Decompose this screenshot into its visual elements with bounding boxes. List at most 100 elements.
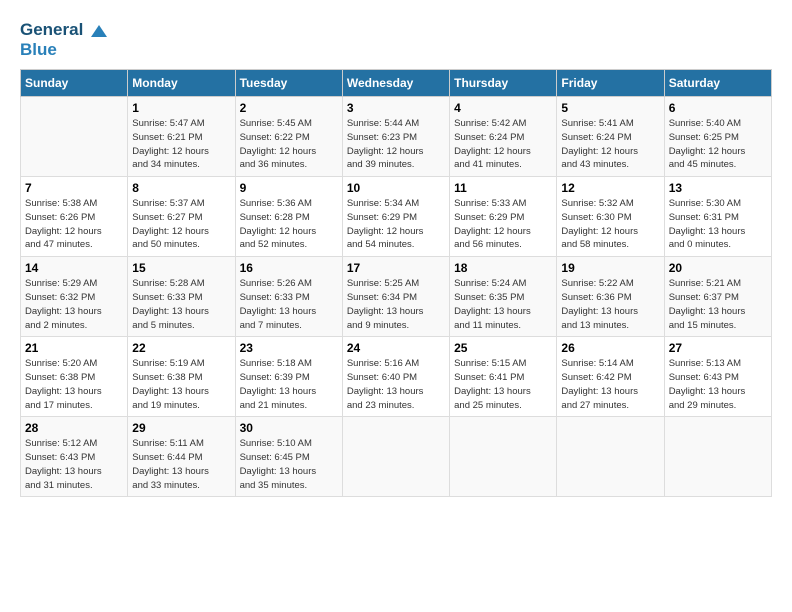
day-info: Sunrise: 5:36 AMSunset: 6:28 PMDaylight:… — [240, 197, 338, 252]
calendar-cell: 20 Sunrise: 5:21 AMSunset: 6:37 PMDayligh… — [664, 257, 771, 337]
day-number: 27 — [669, 341, 767, 355]
calendar-cell: 13 Sunrise: 5:30 AMSunset: 6:31 PMDayligh… — [664, 177, 771, 257]
day-number: 2 — [240, 101, 338, 115]
day-number: 30 — [240, 421, 338, 435]
day-number: 15 — [132, 261, 230, 275]
calendar-cell: 16 Sunrise: 5:26 AMSunset: 6:33 PMDayligh… — [235, 257, 342, 337]
day-number: 17 — [347, 261, 445, 275]
day-info: Sunrise: 5:40 AMSunset: 6:25 PMDaylight:… — [669, 117, 767, 172]
day-number: 20 — [669, 261, 767, 275]
day-info: Sunrise: 5:37 AMSunset: 6:27 PMDaylight:… — [132, 197, 230, 252]
header-thursday: Thursday — [450, 70, 557, 97]
day-info: Sunrise: 5:42 AMSunset: 6:24 PMDaylight:… — [454, 117, 552, 172]
calendar-cell: 24 Sunrise: 5:16 AMSunset: 6:40 PMDayligh… — [342, 337, 449, 417]
calendar-cell: 3 Sunrise: 5:44 AMSunset: 6:23 PMDaylight… — [342, 97, 449, 177]
calendar-cell: 10 Sunrise: 5:34 AMSunset: 6:29 PMDayligh… — [342, 177, 449, 257]
calendar-cell — [21, 97, 128, 177]
day-number: 4 — [454, 101, 552, 115]
day-number: 12 — [561, 181, 659, 195]
day-info: Sunrise: 5:20 AMSunset: 6:38 PMDaylight:… — [25, 357, 123, 412]
calendar-cell: 28 Sunrise: 5:12 AMSunset: 6:43 PMDayligh… — [21, 417, 128, 497]
calendar-cell: 25 Sunrise: 5:15 AMSunset: 6:41 PMDayligh… — [450, 337, 557, 417]
day-info: Sunrise: 5:22 AMSunset: 6:36 PMDaylight:… — [561, 277, 659, 332]
day-number: 29 — [132, 421, 230, 435]
calendar-cell: 15 Sunrise: 5:28 AMSunset: 6:33 PMDayligh… — [128, 257, 235, 337]
day-number: 18 — [454, 261, 552, 275]
day-number: 13 — [669, 181, 767, 195]
day-info: Sunrise: 5:28 AMSunset: 6:33 PMDaylight:… — [132, 277, 230, 332]
day-info: Sunrise: 5:32 AMSunset: 6:30 PMDaylight:… — [561, 197, 659, 252]
day-info: Sunrise: 5:34 AMSunset: 6:29 PMDaylight:… — [347, 197, 445, 252]
day-info: Sunrise: 5:45 AMSunset: 6:22 PMDaylight:… — [240, 117, 338, 172]
calendar-cell: 7 Sunrise: 5:38 AMSunset: 6:26 PMDaylight… — [21, 177, 128, 257]
day-info: Sunrise: 5:14 AMSunset: 6:42 PMDaylight:… — [561, 357, 659, 412]
calendar-cell — [557, 417, 664, 497]
logo-general: General — [20, 20, 83, 39]
calendar-cell: 26 Sunrise: 5:14 AMSunset: 6:42 PMDayligh… — [557, 337, 664, 417]
calendar-cell — [450, 417, 557, 497]
calendar-cell: 8 Sunrise: 5:37 AMSunset: 6:27 PMDaylight… — [128, 177, 235, 257]
header-wednesday: Wednesday — [342, 70, 449, 97]
calendar-cell: 2 Sunrise: 5:45 AMSunset: 6:22 PMDaylight… — [235, 97, 342, 177]
day-number: 19 — [561, 261, 659, 275]
day-info: Sunrise: 5:33 AMSunset: 6:29 PMDaylight:… — [454, 197, 552, 252]
header-saturday: Saturday — [664, 70, 771, 97]
calendar-cell: 19 Sunrise: 5:22 AMSunset: 6:36 PMDayligh… — [557, 257, 664, 337]
calendar-cell: 23 Sunrise: 5:18 AMSunset: 6:39 PMDayligh… — [235, 337, 342, 417]
calendar-cell: 6 Sunrise: 5:40 AMSunset: 6:25 PMDaylight… — [664, 97, 771, 177]
calendar-cell: 1Sunrise: 5:47 AMSunset: 6:21 PMDaylight… — [128, 97, 235, 177]
calendar-cell: 29 Sunrise: 5:11 AMSunset: 6:44 PMDayligh… — [128, 417, 235, 497]
day-info: Sunrise: 5:29 AMSunset: 6:32 PMDaylight:… — [25, 277, 123, 332]
day-number: 7 — [25, 181, 123, 195]
day-info: Sunrise: 5:26 AMSunset: 6:33 PMDaylight:… — [240, 277, 338, 332]
header-sunday: Sunday — [21, 70, 128, 97]
day-number: 16 — [240, 261, 338, 275]
day-number: 9 — [240, 181, 338, 195]
day-number: 23 — [240, 341, 338, 355]
day-info: Sunrise: 5:30 AMSunset: 6:31 PMDaylight:… — [669, 197, 767, 252]
day-number: 3 — [347, 101, 445, 115]
logo-blue: Blue — [20, 40, 107, 60]
calendar-cell: 22 Sunrise: 5:19 AMSunset: 6:38 PMDayligh… — [128, 337, 235, 417]
day-number: 11 — [454, 181, 552, 195]
logo: General Blue — [20, 20, 107, 59]
day-info: Sunrise: 5:44 AMSunset: 6:23 PMDaylight:… — [347, 117, 445, 172]
day-number: 5 — [561, 101, 659, 115]
day-info: Sunrise: 5:24 AMSunset: 6:35 PMDaylight:… — [454, 277, 552, 332]
day-number: 26 — [561, 341, 659, 355]
day-number: 1 — [132, 101, 230, 115]
day-number: 25 — [454, 341, 552, 355]
calendar-cell — [664, 417, 771, 497]
day-info: Sunrise: 5:38 AMSunset: 6:26 PMDaylight:… — [25, 197, 123, 252]
day-number: 10 — [347, 181, 445, 195]
calendar-cell: 21 Sunrise: 5:20 AMSunset: 6:38 PMDayligh… — [21, 337, 128, 417]
day-number: 8 — [132, 181, 230, 195]
calendar-cell: 30Sunrise: 5:10 AMSunset: 6:45 PMDayligh… — [235, 417, 342, 497]
day-info: Sunrise: 5:16 AMSunset: 6:40 PMDaylight:… — [347, 357, 445, 412]
day-number: 22 — [132, 341, 230, 355]
calendar-cell: 27 Sunrise: 5:13 AMSunset: 6:43 PMDayligh… — [664, 337, 771, 417]
day-number: 24 — [347, 341, 445, 355]
calendar-cell: 17Sunrise: 5:25 AMSunset: 6:34 PMDayligh… — [342, 257, 449, 337]
day-info: Sunrise: 5:18 AMSunset: 6:39 PMDaylight:… — [240, 357, 338, 412]
header-monday: Monday — [128, 70, 235, 97]
day-number: 21 — [25, 341, 123, 355]
header-friday: Friday — [557, 70, 664, 97]
calendar-cell: 14 Sunrise: 5:29 AMSunset: 6:32 PMDayligh… — [21, 257, 128, 337]
day-info: Sunrise: 5:41 AMSunset: 6:24 PMDaylight:… — [561, 117, 659, 172]
header-tuesday: Tuesday — [235, 70, 342, 97]
day-number: 28 — [25, 421, 123, 435]
day-info: Sunrise: 5:11 AMSunset: 6:44 PMDaylight:… — [132, 437, 230, 492]
day-number: 6 — [669, 101, 767, 115]
day-info: Sunrise: 5:15 AMSunset: 6:41 PMDaylight:… — [454, 357, 552, 412]
calendar-cell — [342, 417, 449, 497]
calendar-header: SundayMondayTuesdayWednesdayThursdayFrid… — [21, 70, 772, 97]
day-info: Sunrise: 5:21 AMSunset: 6:37 PMDaylight:… — [669, 277, 767, 332]
day-info: Sunrise: 5:13 AMSunset: 6:43 PMDaylight:… — [669, 357, 767, 412]
day-number: 14 — [25, 261, 123, 275]
calendar-cell: 4 Sunrise: 5:42 AMSunset: 6:24 PMDaylight… — [450, 97, 557, 177]
calendar-cell: 11 Sunrise: 5:33 AMSunset: 6:29 PMDayligh… — [450, 177, 557, 257]
day-info: Sunrise: 5:19 AMSunset: 6:38 PMDaylight:… — [132, 357, 230, 412]
day-info: Sunrise: 5:12 AMSunset: 6:43 PMDaylight:… — [25, 437, 123, 492]
calendar-cell: 12 Sunrise: 5:32 AMSunset: 6:30 PMDayligh… — [557, 177, 664, 257]
